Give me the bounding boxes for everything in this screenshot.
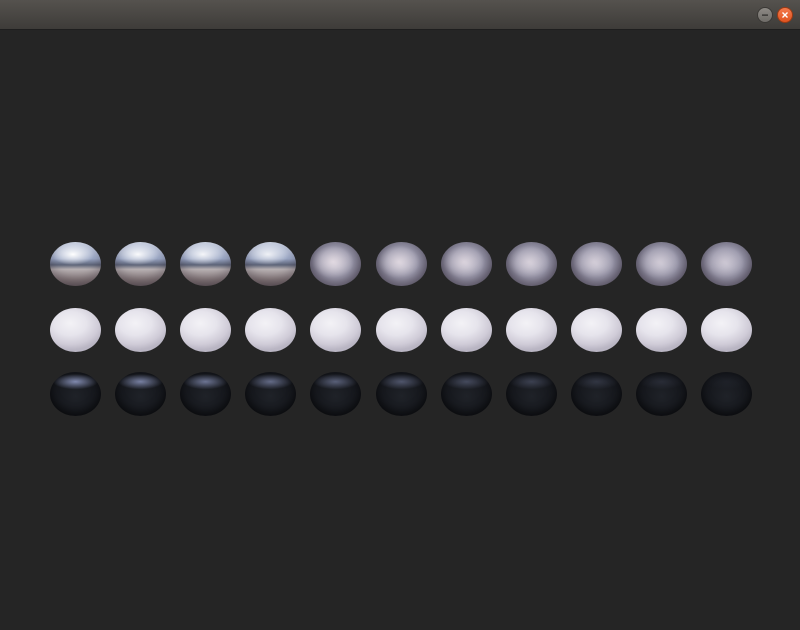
sphere-white-dielectric-10 [635,308,687,352]
sphere-black-dielectric-6 [375,372,427,416]
sphere-metallic-4 [245,242,297,286]
sphere-metallic-10 [635,242,687,286]
sphere-metallic-5 [310,242,362,286]
sphere-black-dielectric-4 [245,372,297,416]
sphere-metallic-2 [115,242,167,286]
sphere-metallic-1 [50,242,101,286]
sphere-black-dielectric-11 [701,372,752,416]
title-bar[interactable] [0,0,800,30]
sphere-white-dielectric-11 [701,308,752,352]
sphere-grid [0,30,800,630]
sphere-white-dielectric-9 [570,308,622,352]
sphere-metallic-3 [180,242,232,286]
sphere-white-dielectric-6 [375,308,427,352]
sphere-metallic-9 [570,242,622,286]
minimize-button[interactable] [757,7,773,23]
sphere-white-dielectric-8 [505,308,557,352]
sphere-black-dielectric-3 [180,372,232,416]
close-icon [782,12,788,18]
sphere-metallic-8 [505,242,557,286]
sphere-black-dielectric-2 [115,372,167,416]
sphere-black-dielectric-7 [440,372,492,416]
render-viewport[interactable] [0,30,800,630]
sphere-white-dielectric-5 [310,308,362,352]
sphere-white-dielectric-4 [245,308,297,352]
sphere-black-dielectric-5 [310,372,362,416]
sphere-metallic-11 [701,242,752,286]
sphere-white-dielectric-1 [50,308,101,352]
close-button[interactable] [777,7,793,23]
sphere-black-dielectric-1 [50,372,101,416]
app-window [0,0,800,630]
sphere-white-dielectric-3 [180,308,232,352]
sphere-metallic-6 [375,242,427,286]
sphere-black-dielectric-9 [570,372,622,416]
sphere-white-dielectric-2 [115,308,167,352]
sphere-metallic-7 [440,242,492,286]
sphere-black-dielectric-8 [505,372,557,416]
sphere-black-dielectric-10 [635,372,687,416]
sphere-white-dielectric-7 [440,308,492,352]
minimize-icon [762,14,768,16]
